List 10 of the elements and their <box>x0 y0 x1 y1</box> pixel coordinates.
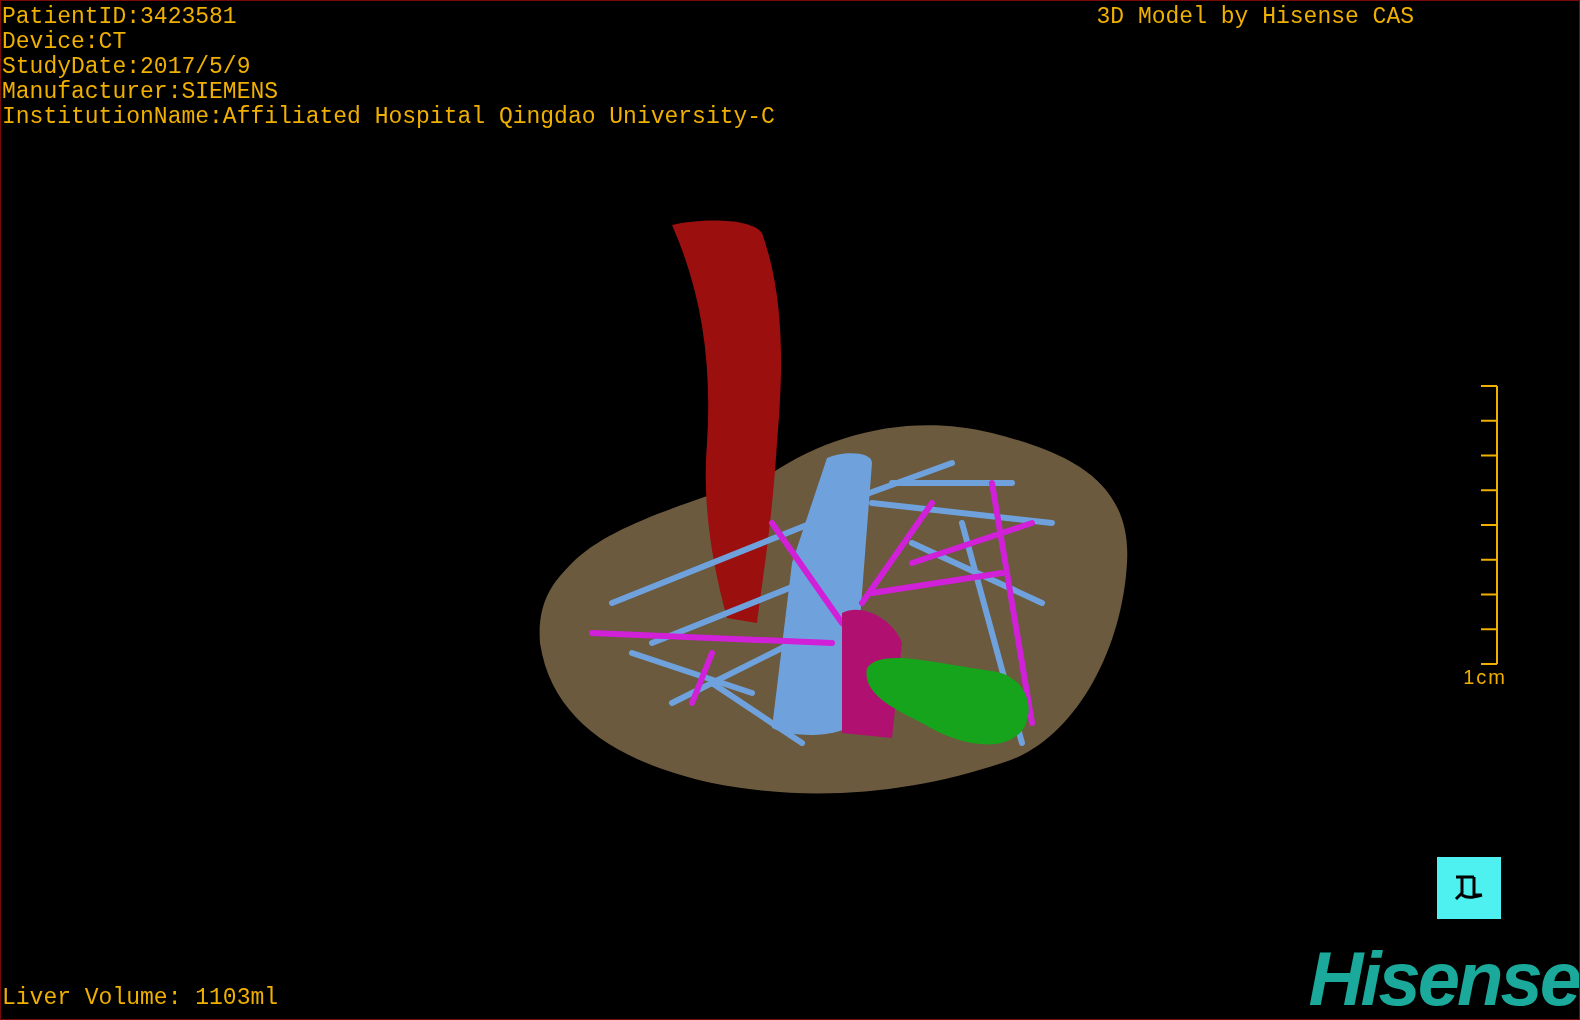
scale-label: 1cm <box>1463 665 1507 689</box>
brand-logo: Hisense <box>1308 947 1579 1011</box>
study-info-text: InstitutionName:Affiliated Hospital Qingdao University-C <box>2 105 775 130</box>
viewer-title: 3D Model by Hisense CAS <box>1096 3 1415 32</box>
study-info-text: Device:CT <box>2 30 128 55</box>
orientation-icon[interactable] <box>1437 857 1501 919</box>
liver-volume-text: Liver Volume: 1103ml <box>1 986 279 1011</box>
study-info-text: StudyDate:2017/5/9 <box>2 55 252 80</box>
study-info-text: PatientID:3423581 <box>2 5 238 30</box>
study-info-text: Manufacturer:SIEMENS <box>2 80 280 105</box>
